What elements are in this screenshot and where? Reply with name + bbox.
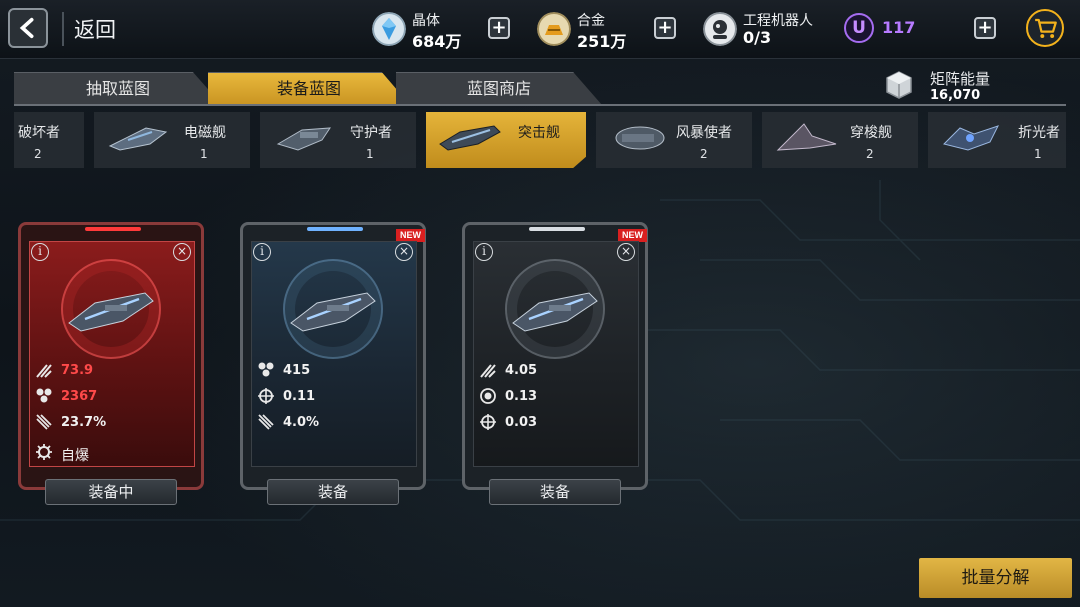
- category-count: 2: [700, 147, 708, 161]
- robot-icon: [703, 12, 737, 46]
- stat-value: 73.9: [61, 363, 94, 378]
- attack-icon: [36, 364, 52, 378]
- blueprint-card[interactable]: NEW i × 4.05 0.13 0.03 装备: [462, 222, 648, 505]
- chevron-left-icon: [19, 17, 34, 39]
- ship-thumbnail-icon: [276, 127, 331, 151]
- resource-name: 合金: [577, 13, 605, 29]
- category-destroyer[interactable]: 破坏者 2: [14, 112, 84, 168]
- category-storm-bringer[interactable]: 风暴使者 2: [596, 112, 752, 168]
- equip-button[interactable]: 装备: [489, 479, 621, 505]
- ship-image: [290, 292, 376, 332]
- info-icon[interactable]: i: [253, 243, 271, 261]
- stat-value: 自爆: [61, 448, 89, 464]
- ship-thumbnail-icon: [439, 125, 501, 151]
- matrix-energy-value: 16,070: [930, 88, 981, 103]
- card-top-glow: [85, 227, 141, 231]
- category-count: 1: [1034, 147, 1042, 161]
- crosshair-icon: [480, 414, 496, 430]
- u-currency-icon: U: [844, 13, 874, 43]
- bulk-dismantle-button[interactable]: 批量分解: [919, 558, 1072, 598]
- add-crystal-button[interactable]: +: [488, 17, 510, 39]
- add-alloy-button[interactable]: +: [654, 17, 676, 39]
- ship-image: [68, 292, 154, 332]
- resource-value: 251万: [577, 32, 627, 51]
- category-name: 突击舰: [518, 125, 560, 141]
- shield-ring-icon: [480, 388, 496, 404]
- info-icon[interactable]: i: [31, 243, 49, 261]
- category-guardian[interactable]: 守护者 1: [260, 112, 416, 168]
- card-top-glow: [529, 227, 585, 231]
- category-count: 1: [366, 147, 374, 161]
- category-name: 风暴使者: [676, 125, 732, 141]
- category-shuttle[interactable]: 穿梭舰 2: [762, 112, 918, 168]
- stat-value: 0.03: [505, 415, 538, 430]
- hp-icon: [258, 362, 274, 377]
- tab-underline: [14, 104, 1066, 106]
- stat-value: 23.7%: [61, 415, 107, 430]
- alloy-icon: [537, 12, 571, 46]
- category-count: 1: [200, 147, 208, 161]
- ship-thumbnail-icon: [776, 123, 837, 151]
- resource-name: 晶体: [412, 13, 440, 29]
- missile-icon: [36, 414, 52, 430]
- category-count: 2: [866, 147, 874, 161]
- category-name: 电磁舰: [184, 125, 226, 141]
- gear-icon: [36, 444, 52, 460]
- ship-thumbnail-icon: [943, 125, 999, 151]
- shop-cart-button[interactable]: [1026, 9, 1064, 47]
- tab-blueprint-shop[interactable]: 蓝图商店: [396, 72, 602, 105]
- top-bar: 返回 晶体 684万 + 合金 251万 + 工程机器人 0/3 U 117 +: [0, 0, 1080, 59]
- category-name: 守护者: [350, 125, 392, 141]
- ship-image: [512, 292, 598, 332]
- u-currency-value: 117: [882, 18, 916, 37]
- back-button[interactable]: [8, 8, 48, 48]
- stat-value: 0.11: [283, 389, 316, 404]
- blueprint-card-equipped[interactable]: i × 73.9 2367 23.7% 自爆 装备中: [18, 222, 204, 505]
- stat-value: 4.05: [505, 363, 538, 378]
- resource-value: 684万: [412, 32, 462, 51]
- tab-draw-blueprint[interactable]: 抽取蓝图: [14, 72, 222, 105]
- ship-thumbnail-icon: [108, 127, 168, 151]
- category-name: 破坏者: [18, 125, 60, 141]
- close-icon[interactable]: ×: [395, 243, 413, 261]
- attack-icon: [480, 364, 496, 378]
- matrix-energy-label: 矩阵能量: [930, 70, 991, 88]
- crystal-icon: [372, 12, 406, 46]
- add-u-currency-button[interactable]: +: [974, 17, 996, 39]
- resource-value: 0/3: [743, 28, 772, 47]
- category-emp-ship[interactable]: 电磁舰 1: [94, 112, 250, 168]
- stat-value: 415: [283, 363, 311, 378]
- category-assault-ship[interactable]: 突击舰: [426, 112, 586, 168]
- matrix-cube-icon: [886, 71, 912, 99]
- divider: [62, 12, 64, 46]
- missile-icon: [258, 414, 274, 430]
- cart-icon: [1035, 18, 1057, 39]
- stat-value: 4.0%: [283, 415, 320, 430]
- back-label[interactable]: 返回: [74, 14, 116, 44]
- blueprint-card[interactable]: NEW i × 415 0.11 4.0% 装备: [240, 222, 426, 505]
- info-icon[interactable]: i: [475, 243, 493, 261]
- category-count: 2: [34, 147, 42, 161]
- equip-button[interactable]: 装备: [267, 479, 399, 505]
- category-name: 折光者: [1018, 125, 1060, 141]
- stat-value: 0.13: [505, 389, 538, 404]
- resource-name: 工程机器人: [743, 13, 813, 29]
- ship-thumbnail-icon: [615, 126, 665, 150]
- card-top-glow: [307, 227, 363, 231]
- crosshair-icon: [258, 388, 274, 404]
- category-name: 穿梭舰: [850, 125, 892, 141]
- category-refractor[interactable]: 折光者 1: [928, 112, 1066, 168]
- hp-icon: [36, 388, 52, 403]
- stat-value: 2367: [61, 389, 98, 404]
- close-icon[interactable]: ×: [617, 243, 635, 261]
- close-icon[interactable]: ×: [173, 243, 191, 261]
- equipped-button[interactable]: 装备中: [45, 479, 177, 505]
- tab-equip-blueprint[interactable]: 装备蓝图: [208, 72, 410, 105]
